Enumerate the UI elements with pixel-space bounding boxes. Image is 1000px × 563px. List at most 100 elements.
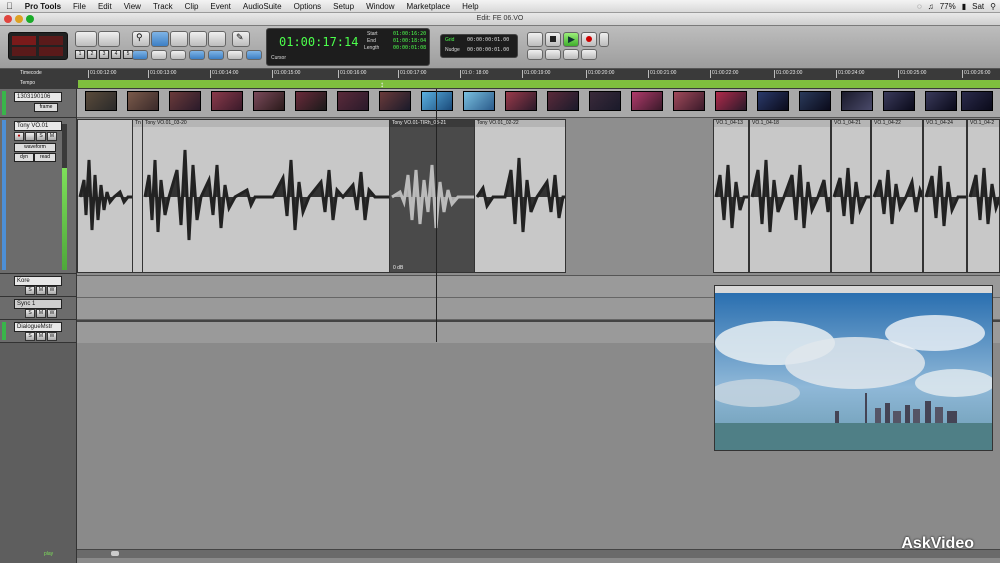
- kore-track-name[interactable]: Kore: [14, 276, 62, 286]
- selected-audio-clip[interactable]: Tony VO.01-TIRh_03-21 0 dB: [389, 119, 475, 273]
- link-timeline-button[interactable]: [132, 50, 148, 60]
- menu-clip[interactable]: Clip: [179, 2, 205, 11]
- grid-value[interactable]: 00:00:00:01.00: [467, 37, 509, 43]
- close-window-button[interactable]: [4, 15, 12, 23]
- record-arm-button[interactable]: ●: [14, 132, 24, 141]
- audio-clip[interactable]: [77, 119, 133, 273]
- solo-button[interactable]: S: [25, 286, 35, 295]
- solo-button[interactable]: S: [25, 309, 35, 318]
- menu-marketplace[interactable]: Marketplace: [401, 2, 457, 11]
- zoom-in-button[interactable]: [98, 31, 120, 47]
- waveform-button[interactable]: W: [47, 309, 57, 318]
- end-value[interactable]: 01:00:18:04: [393, 38, 426, 44]
- minimize-window-button[interactable]: [15, 15, 23, 23]
- return-to-zero-button[interactable]: [527, 49, 543, 60]
- go-to-end-button[interactable]: [581, 49, 597, 60]
- menu-window[interactable]: Window: [360, 2, 400, 11]
- audio-track-header[interactable]: Tony VO.01 ● S M waveform dyn read: [0, 118, 76, 274]
- audio-clip[interactable]: VO.1_04-13: [713, 119, 749, 273]
- zoom-preset-1[interactable]: 1: [75, 50, 85, 59]
- volume-icon[interactable]: ♫: [928, 2, 934, 11]
- search-icon[interactable]: ⚲: [990, 2, 996, 11]
- track-view-selector[interactable]: waveform: [14, 143, 56, 152]
- horizontal-scrollbar[interactable]: [77, 549, 1000, 558]
- stop-button[interactable]: [545, 32, 561, 47]
- menu-track[interactable]: Track: [147, 2, 179, 11]
- nudge-value[interactable]: 00:00:00:01.00: [467, 47, 509, 53]
- video-track-name[interactable]: 1303190106: [14, 92, 62, 102]
- slip-mode-button[interactable]: [12, 47, 36, 56]
- battery-icon[interactable]: ▮: [962, 2, 966, 11]
- clip-gain[interactable]: 0 dB: [393, 265, 403, 271]
- automation-mode-selector[interactable]: read: [34, 153, 56, 162]
- link-track-button[interactable]: [151, 50, 167, 60]
- video-window[interactable]: [714, 285, 993, 451]
- main-time-display[interactable]: 01:00:17:14: [279, 35, 358, 49]
- mute-button[interactable]: M: [47, 132, 57, 141]
- grabber-tool-button[interactable]: [189, 31, 207, 47]
- waveform-button[interactable]: W: [47, 286, 57, 295]
- scrubber-tool-button[interactable]: [208, 31, 226, 47]
- video-track-header[interactable]: 1303190106 frame: [0, 89, 76, 118]
- video-lane[interactable]: [77, 89, 1000, 118]
- zoom-preset-2[interactable]: 2: [87, 50, 97, 59]
- apple-menu-icon[interactable]: : [0, 1, 19, 11]
- grid-mode-button[interactable]: [39, 47, 63, 56]
- mute-button[interactable]: M: [36, 332, 46, 341]
- waveform-button[interactable]: W: [47, 332, 57, 341]
- trim-tool-button[interactable]: [151, 31, 169, 47]
- audio-lane[interactable]: Tn Tony VO.01_03-20 Tony VO.01-TIRh_03-2…: [77, 118, 1000, 276]
- menu-audiosuite[interactable]: AudioSuite: [237, 2, 288, 11]
- dialogue-track-header[interactable]: DialogueMstr S M W: [0, 320, 76, 343]
- audio-clip[interactable]: VO.1_04-21: [831, 119, 871, 273]
- menu-view[interactable]: View: [118, 2, 147, 11]
- fast-forward-button[interactable]: [563, 49, 579, 60]
- app-menu[interactable]: Pro Tools: [19, 2, 67, 11]
- kore-track-header[interactable]: Kore S M W: [0, 274, 76, 297]
- wifi-icon[interactable]: ◌: [917, 2, 922, 11]
- menu-event[interactable]: Event: [204, 2, 236, 11]
- menu-file[interactable]: File: [67, 2, 92, 11]
- zoom-preset-4[interactable]: 4: [111, 50, 121, 59]
- audio-clip[interactable]: VO.1_04-2: [967, 119, 1000, 273]
- record-button[interactable]: [581, 32, 597, 47]
- mirror-midi-button[interactable]: [208, 50, 224, 60]
- pencil-tool-button[interactable]: ✎: [232, 31, 250, 47]
- keyboard-focus-button[interactable]: [246, 50, 262, 60]
- mute-button[interactable]: M: [36, 309, 46, 318]
- shuffle-mode-button[interactable]: [12, 36, 36, 45]
- sync-track-header[interactable]: Sync 1 S M W: [0, 297, 76, 320]
- video-mode-selector[interactable]: frame: [34, 103, 58, 112]
- menu-help[interactable]: Help: [456, 2, 484, 11]
- zoom-preset-3[interactable]: 3: [99, 50, 109, 59]
- input-monitor-button[interactable]: [25, 132, 35, 141]
- menu-edit[interactable]: Edit: [92, 2, 118, 11]
- start-value[interactable]: 01:00:16:20: [393, 31, 426, 37]
- zoom-window-button[interactable]: [26, 15, 34, 23]
- insertion-follows-button[interactable]: [170, 50, 186, 60]
- selector-tool-button[interactable]: [170, 31, 188, 47]
- menu-options[interactable]: Options: [288, 2, 328, 11]
- solo-button[interactable]: S: [25, 332, 35, 341]
- audio-clip[interactable]: Tony VO.01_03-20: [142, 119, 390, 273]
- zoom-out-button[interactable]: [75, 31, 97, 47]
- tab-to-transients-button[interactable]: [189, 50, 205, 60]
- timecode-ruler[interactable]: 01:00:12:00 01:00:13:00 01:00:14:00 01:0…: [78, 70, 1000, 79]
- audio-track-name[interactable]: Tony VO.01: [14, 121, 62, 131]
- zoomer-tool-button[interactable]: ⚲: [132, 31, 150, 47]
- audio-clip[interactable]: VO.1_04-22: [871, 119, 923, 273]
- menu-setup[interactable]: Setup: [327, 2, 360, 11]
- audio-clip[interactable]: Tony VO.01_02-22: [474, 119, 566, 273]
- playhead-line[interactable]: [436, 89, 437, 342]
- playhead-marker[interactable]: ↕: [380, 80, 384, 89]
- play-button[interactable]: ▶: [563, 32, 579, 47]
- sync-track-name[interactable]: Sync 1: [14, 299, 62, 309]
- loop-button[interactable]: [599, 32, 609, 47]
- mute-button[interactable]: M: [36, 286, 46, 295]
- audio-clip[interactable]: VO.1_04-24: [923, 119, 967, 273]
- dialogue-track-name[interactable]: DialogueMstr: [14, 322, 62, 332]
- length-value[interactable]: 00:00:01:08: [393, 45, 426, 51]
- audio-clip[interactable]: VO.1_04-18: [749, 119, 831, 273]
- online-button[interactable]: [527, 32, 543, 47]
- solo-button[interactable]: S: [36, 132, 46, 141]
